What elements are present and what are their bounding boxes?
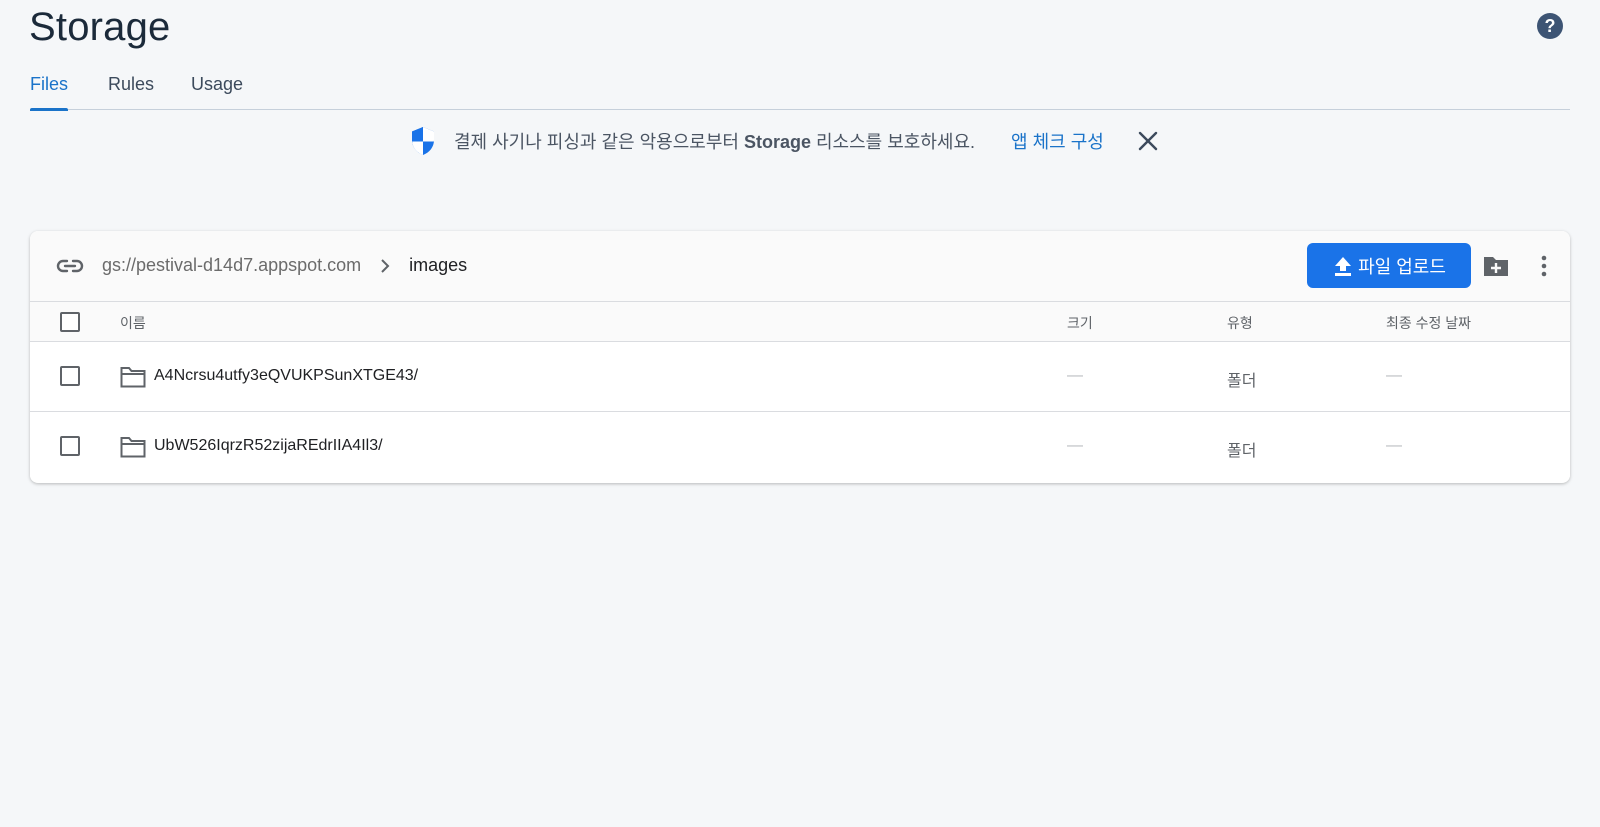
folder-icon (120, 437, 146, 458)
shield-icon (412, 127, 434, 155)
tab-files[interactable]: Files (30, 74, 69, 111)
select-all-checkbox[interactable] (60, 312, 80, 332)
column-type[interactable]: 유형 (1227, 313, 1253, 333)
row-size: — (1067, 437, 1083, 454)
configure-app-check-link[interactable]: 앱 체크 구성 (1011, 128, 1104, 154)
tab-rules[interactable]: Rules (108, 74, 154, 108)
notice-text: 결제 사기나 피싱과 같은 악용으로부터 Storage 리소스를 보호하세요. (454, 128, 975, 154)
row-type: 폴더 (1227, 373, 1257, 390)
app-check-notice: 결제 사기나 피싱과 같은 악용으로부터 Storage 리소스를 보호하세요.… (410, 126, 1160, 156)
row-checkbox[interactable] (60, 436, 80, 456)
table-header: 이름 크기 유형 최종 수정 날짜 (30, 302, 1570, 342)
table-row[interactable]: UbW526IqrzR52zijaREdrIIA4Il3/ — 폴더 — (30, 412, 1570, 482)
column-size[interactable]: 크기 (1067, 313, 1093, 333)
chevron-right-icon (381, 258, 390, 273)
row-modified: — (1386, 437, 1402, 454)
close-icon[interactable] (1136, 129, 1160, 153)
notice-text-bold: Storage (743, 132, 811, 152)
row-checkbox[interactable] (60, 366, 80, 386)
create-folder-icon[interactable] (1482, 253, 1510, 279)
tab-usage[interactable]: Usage (191, 74, 243, 108)
column-modified[interactable]: 최종 수정 날짜 (1386, 313, 1471, 333)
notice-text-after: 리소스를 보호하세요. (811, 132, 976, 152)
table-row[interactable]: A4Ncrsu4utfy3eQVUKPSunXTGE43/ — 폴더 — (30, 342, 1570, 412)
row-modified: — (1386, 367, 1402, 384)
folder-icon (120, 367, 146, 388)
page-title: Storage (29, 5, 171, 49)
column-name[interactable]: 이름 (120, 313, 146, 333)
row-name[interactable]: UbW526IqrzR52zijaREdrIIA4Il3/ (154, 437, 383, 455)
help-icon[interactable]: ? (1537, 13, 1563, 39)
row-name[interactable]: A4Ncrsu4utfy3eQVUKPSunXTGE43/ (154, 367, 418, 385)
link-icon[interactable] (56, 254, 84, 278)
file-browser-card: gs://pestival-d14d7.appspot.com images 파… (30, 231, 1570, 483)
breadcrumb: gs://pestival-d14d7.appspot.com images (102, 255, 467, 276)
upload-file-label: 파일 업로드 (1358, 256, 1446, 277)
more-vert-icon[interactable] (1532, 253, 1556, 279)
upload-file-button[interactable]: 파일 업로드 (1307, 243, 1471, 288)
tab-bar: Files Rules Usage (30, 72, 1570, 111)
upload-icon (1335, 256, 1352, 276)
row-size: — (1067, 367, 1083, 384)
row-type: 폴더 (1227, 443, 1257, 460)
notice-text-before: 결제 사기나 피싱과 같은 악용으로부터 (454, 132, 744, 152)
breadcrumb-current: images (409, 255, 468, 275)
file-browser-toolbar: gs://pestival-d14d7.appspot.com images 파… (30, 231, 1570, 302)
breadcrumb-bucket[interactable]: gs://pestival-d14d7.appspot.com (102, 255, 361, 276)
